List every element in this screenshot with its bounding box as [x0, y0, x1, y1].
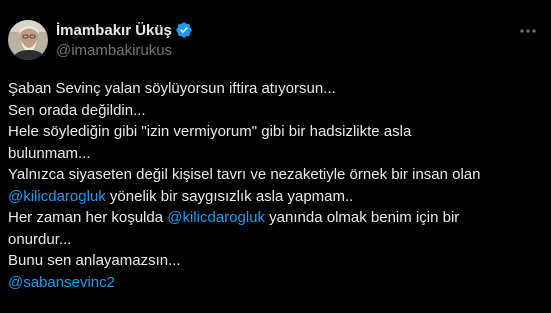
- tweet-line: @sabansevinc2: [8, 272, 538, 294]
- more-horizontal-icon[interactable]: [518, 23, 538, 39]
- avatar-image: [8, 20, 48, 60]
- tweet-line-text: yönelik bir saygısızlık asla yapmam..: [105, 187, 354, 205]
- display-name-row: İmambakır Üküş: [56, 20, 193, 40]
- tweet-line: Şaban Sevinç yalan söylüyorsun iftira at…: [8, 80, 336, 97]
- display-name[interactable]: İmambakır Üküş: [56, 22, 172, 39]
- tweet-text: Şaban Sevinç yalan söylüyorsun iftira at…: [8, 78, 538, 293]
- tweet-card: İmambakır Üküş @imambakirukus Şaban Sevi…: [0, 0, 551, 313]
- verified-badge-icon: [175, 21, 193, 39]
- tweet-line: Sen orada değildin...: [8, 101, 146, 119]
- tweet-line: @kilicdarogluk yönelik bir saygısızlık a…: [8, 186, 538, 208]
- tweet-line: Her zaman her koşulda @kilicdarogluk yan…: [8, 207, 538, 229]
- tweet-line: Yalnızca siyaseten değil kişisel tavrı v…: [8, 166, 481, 183]
- author-handle[interactable]: @imambakirukus: [56, 41, 193, 61]
- author-names: İmambakır Üküş @imambakirukus: [56, 20, 193, 61]
- mention-link[interactable]: @sabansevinc2: [8, 274, 115, 291]
- mention-link[interactable]: @kilicdarogluk: [167, 209, 265, 226]
- tweet-line-text: Her zaman her koşulda: [8, 209, 168, 226]
- tweet-line: Bunu sen anlayamazsın...: [8, 252, 181, 269]
- tweet-line: Hele söylediğin gibi "izin vermiyorum" g…: [8, 123, 412, 140]
- tweet-line: bulunmam...: [8, 144, 91, 162]
- tweet-header: İmambakır Üküş @imambakirukus: [8, 20, 538, 64]
- tweet-line: onurdur...: [8, 230, 72, 248]
- tweet-line-text: yanında olmak benim için bir: [265, 209, 460, 226]
- avatar[interactable]: [8, 20, 48, 60]
- mention-link[interactable]: @kilicdarogluk: [8, 188, 106, 205]
